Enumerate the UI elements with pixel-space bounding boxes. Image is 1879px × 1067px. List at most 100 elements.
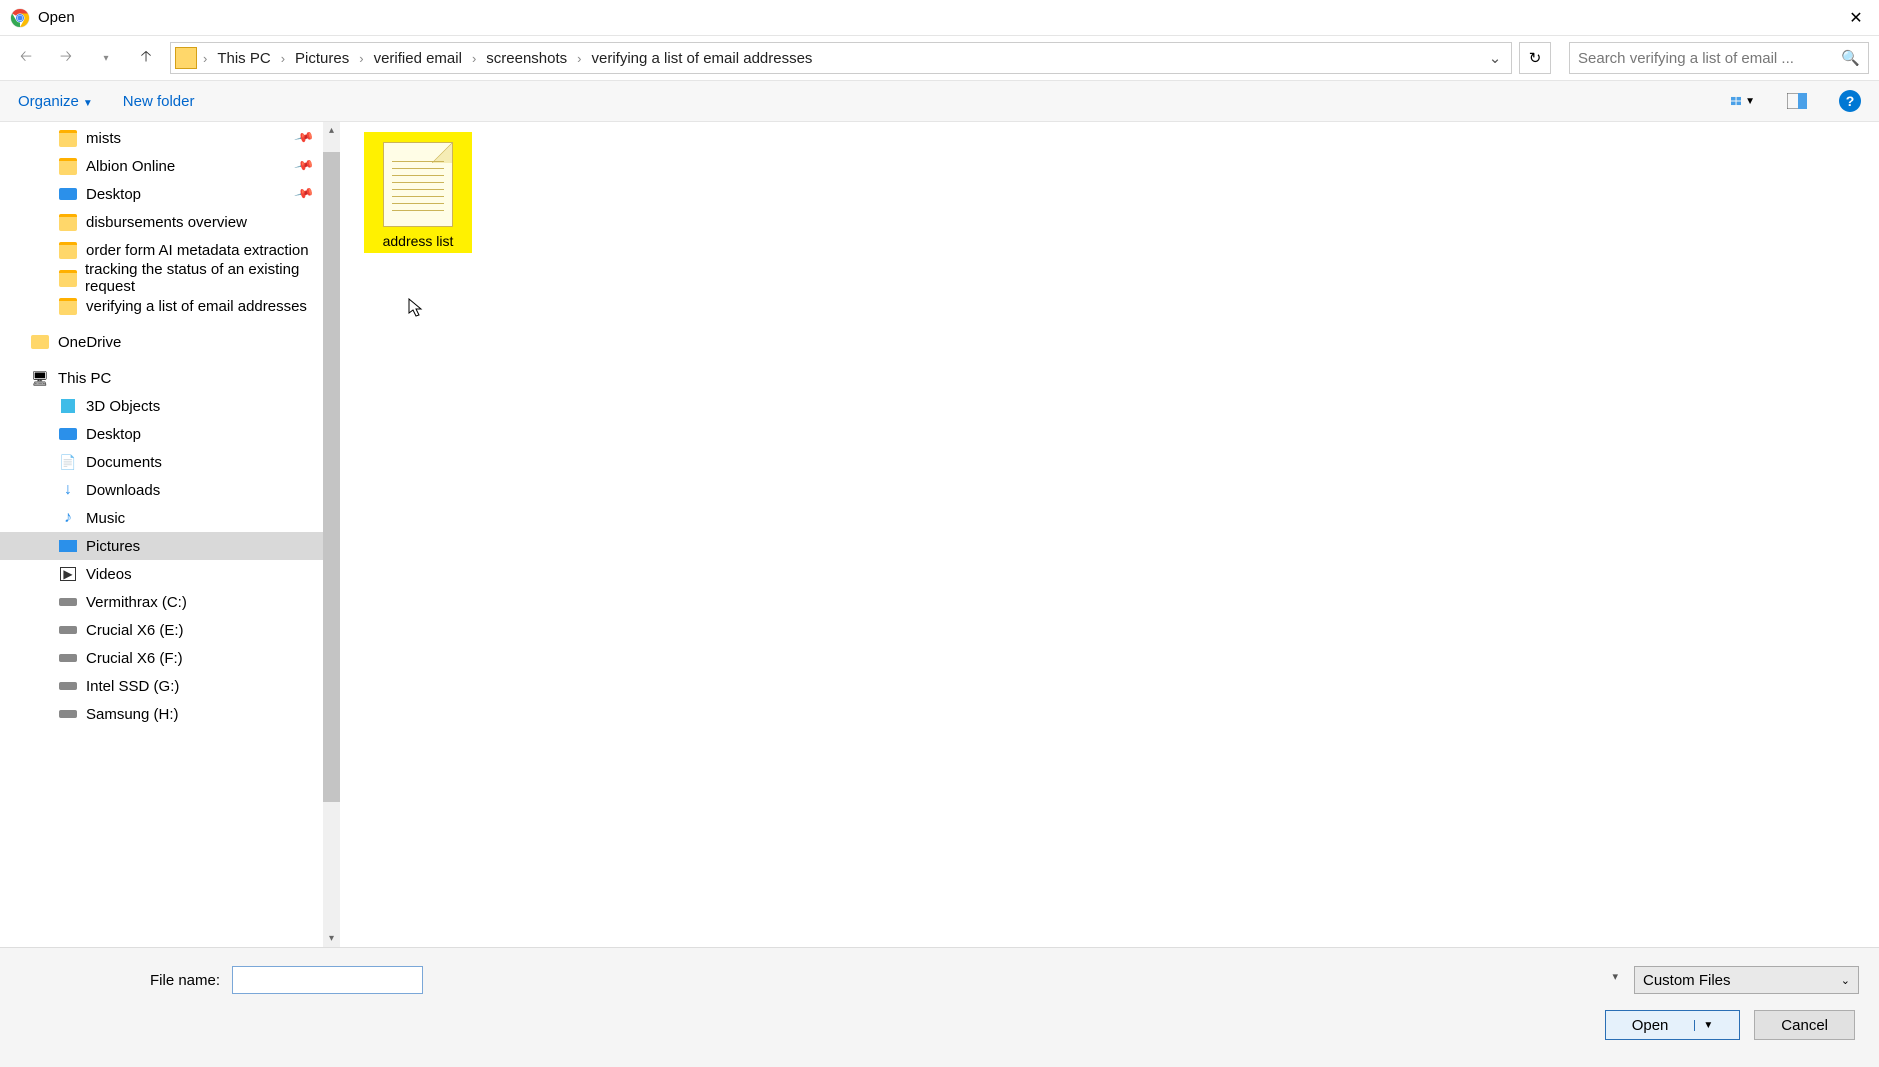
sidebar-thispc-item[interactable]: Samsung (H:) — [0, 700, 340, 728]
open-dropdown[interactable]: ▼ — [1694, 1020, 1713, 1031]
sidebar-scrollbar[interactable]: ▴ ▾ — [323, 122, 340, 947]
file-item[interactable]: address list — [364, 132, 472, 253]
chevron-right-icon[interactable]: › — [468, 51, 480, 66]
recent-dropdown[interactable]: ▾ — [90, 42, 122, 74]
sidebar-quickaccess-item[interactable]: Albion Online 📌 — [0, 152, 340, 180]
onedrive-icon — [30, 333, 50, 351]
sidebar-thispc-item[interactable]: Intel SSD (G:) — [0, 672, 340, 700]
tree-label: Crucial X6 (F:) — [86, 650, 183, 667]
tree-label: mists — [86, 130, 121, 147]
chevron-right-icon[interactable]: › — [355, 51, 367, 66]
folder-icon — [175, 47, 197, 69]
window-title: Open — [38, 9, 75, 26]
doc-icon — [58, 453, 78, 471]
drive-icon — [58, 621, 78, 639]
sidebar-quickaccess-item[interactable]: tracking the status of an existing reque… — [0, 264, 340, 292]
breadcrumb-item[interactable]: Pictures — [289, 50, 355, 67]
sidebar-quickaccess-item[interactable]: mists 📌 — [0, 124, 340, 152]
folder-icon — [58, 157, 78, 175]
sidebar-thispc-item[interactable]: Crucial X6 (E:) — [0, 616, 340, 644]
search-icon: 🔍 — [1841, 49, 1860, 67]
cursor-icon — [408, 298, 426, 323]
close-button[interactable]: ✕ — [1833, 0, 1879, 36]
obj-icon — [58, 397, 78, 415]
pin-icon: 📌 — [293, 155, 315, 177]
sidebar-thispc-item[interactable]: Vermithrax (C:) — [0, 588, 340, 616]
tree-label: Music — [86, 510, 125, 527]
search-input[interactable]: Search verifying a list of email ... 🔍 — [1569, 42, 1869, 74]
up-button[interactable]: 🡡 — [130, 42, 162, 74]
tree-label: Albion Online — [86, 158, 175, 175]
sidebar-quickaccess-item[interactable]: order form AI metadata extraction — [0, 236, 340, 264]
breadcrumb-item[interactable]: screenshots — [480, 50, 573, 67]
bottom-panel: File name: ▾ Custom Files ⌄ Open ▼ Cance… — [0, 947, 1879, 1067]
toolbar: Organize▼ New folder ▼ ? — [0, 80, 1879, 122]
sidebar-thispc-item[interactable]: 3D Objects — [0, 392, 340, 420]
scroll-down-icon[interactable]: ▾ — [323, 930, 340, 947]
tree-label: Videos — [86, 566, 132, 583]
pin-icon: 📌 — [293, 183, 315, 205]
back-button[interactable]: 🡠 — [10, 42, 42, 74]
cancel-button[interactable]: Cancel — [1754, 1010, 1855, 1040]
down-icon — [58, 481, 78, 499]
tree-label: 3D Objects — [86, 398, 160, 415]
desktop-icon — [58, 425, 78, 443]
tree-label: Crucial X6 (E:) — [86, 622, 184, 639]
forward-button[interactable]: 🡢 — [50, 42, 82, 74]
preview-pane-button[interactable] — [1785, 89, 1809, 113]
sidebar-thispc-item[interactable]: Downloads — [0, 476, 340, 504]
folder-icon — [58, 241, 78, 259]
filetype-label: Custom Files — [1643, 972, 1731, 989]
filetype-select[interactable]: Custom Files ⌄ — [1634, 966, 1859, 994]
tree-label: Samsung (H:) — [86, 706, 179, 723]
new-folder-button[interactable]: New folder — [123, 93, 195, 110]
nav-row: 🡠 🡢 ▾ 🡡 › This PC › Pictures › verified … — [0, 36, 1879, 80]
scrollbar-thumb[interactable] — [323, 152, 340, 802]
pin-icon: 📌 — [293, 127, 315, 149]
sidebar-quickaccess-item[interactable]: verifying a list of email addresses — [0, 292, 340, 320]
music-icon — [58, 509, 78, 527]
sidebar-thispc-item[interactable]: Documents — [0, 448, 340, 476]
filename-dropdown[interactable]: ▾ — [1612, 970, 1618, 983]
folder-icon — [58, 213, 78, 231]
sidebar-thispc[interactable]: This PC — [0, 364, 340, 392]
chevron-right-icon[interactable]: › — [199, 51, 211, 66]
vid-icon — [58, 565, 78, 583]
chevron-right-icon[interactable]: › — [573, 51, 585, 66]
sidebar-thispc-item[interactable]: Pictures — [0, 532, 340, 560]
filename-input[interactable] — [232, 966, 423, 994]
help-button[interactable]: ? — [1839, 90, 1861, 112]
drive-icon — [58, 649, 78, 667]
chevron-right-icon[interactable]: › — [277, 51, 289, 66]
sidebar-quickaccess-item[interactable]: disbursements overview — [0, 208, 340, 236]
breadcrumb-item[interactable]: This PC — [211, 50, 276, 67]
sidebar-onedrive[interactable]: OneDrive — [0, 328, 340, 356]
scroll-up-icon[interactable]: ▴ — [323, 122, 340, 139]
address-dropdown[interactable]: ⌄ — [1483, 49, 1507, 67]
tree-label: OneDrive — [58, 334, 121, 351]
breadcrumb-item[interactable]: verifying a list of email addresses — [586, 50, 819, 67]
search-placeholder: Search verifying a list of email ... — [1578, 50, 1794, 67]
file-list-area[interactable]: address list — [340, 122, 1879, 947]
folder-icon — [58, 297, 78, 315]
organize-menu[interactable]: Organize▼ — [18, 93, 93, 110]
sidebar-thispc-item[interactable]: Desktop — [0, 420, 340, 448]
sidebar-thispc-item[interactable]: Videos — [0, 560, 340, 588]
text-file-icon — [383, 142, 453, 227]
tree-label: disbursements overview — [86, 214, 247, 231]
desktop-icon — [58, 185, 78, 203]
view-mode-button[interactable]: ▼ — [1731, 89, 1755, 113]
sidebar-thispc-item[interactable]: Music — [0, 504, 340, 532]
tree-label: Vermithrax (C:) — [86, 594, 187, 611]
pic-icon — [58, 537, 78, 555]
drive-icon — [58, 593, 78, 611]
folder-icon — [58, 269, 77, 287]
filename-label: File name: — [150, 972, 220, 989]
address-bar[interactable]: › This PC › Pictures › verified email › … — [170, 42, 1512, 74]
breadcrumb-item[interactable]: verified email — [368, 50, 468, 67]
sidebar-quickaccess-item[interactable]: Desktop📌 — [0, 180, 340, 208]
open-button[interactable]: Open ▼ — [1605, 1010, 1741, 1040]
file-name: address list — [383, 233, 454, 249]
refresh-button[interactable]: ↻ — [1519, 42, 1551, 74]
sidebar-thispc-item[interactable]: Crucial X6 (F:) — [0, 644, 340, 672]
